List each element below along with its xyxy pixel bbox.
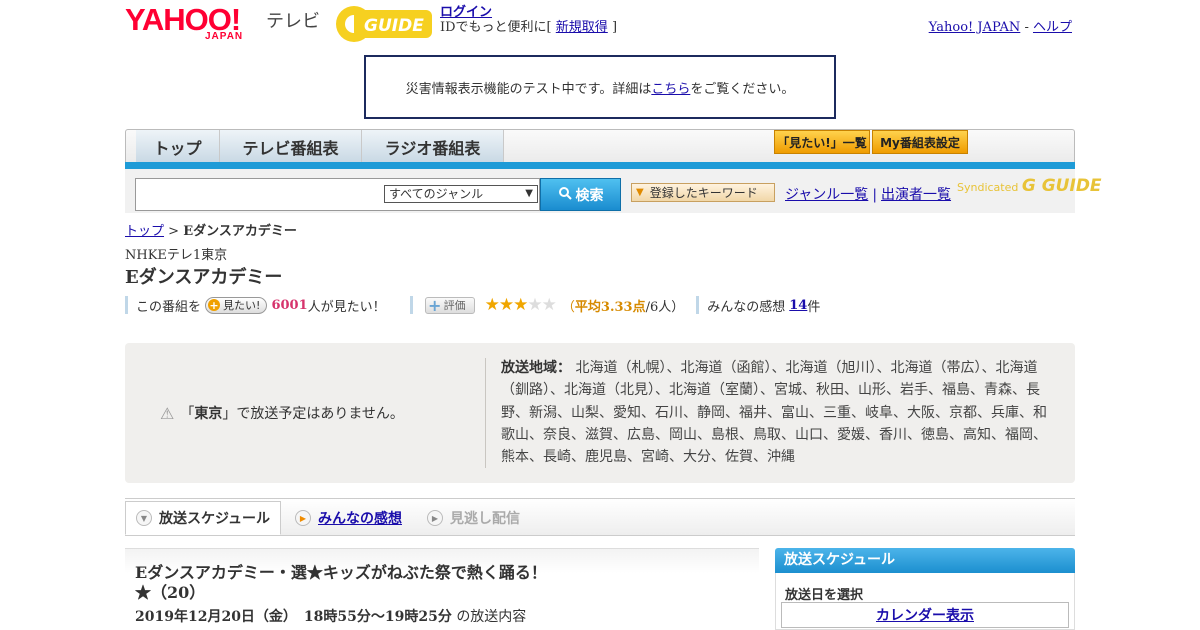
breadcrumb-sep: > xyxy=(168,224,180,239)
syndicated-logo: G GUIDE xyxy=(1021,176,1102,196)
no-broadcast-open: 「 xyxy=(180,406,195,422)
link-separator: | xyxy=(872,187,878,203)
want-count: 6001 xyxy=(271,297,308,313)
episode-date: 2019年12月20日（金） 18時55分～19時25分 の放送内容 xyxy=(135,606,526,626)
tab-impressions[interactable]: ▶ みんなの感想 xyxy=(295,501,402,535)
id-prefix: IDでもっと便利に[ xyxy=(440,20,552,35)
warning-icon: ⚠ xyxy=(160,403,175,423)
content-tabs: ▼ 放送スケジュール ▶ みんなの感想 ▶ 見逃し配信 xyxy=(125,498,1075,536)
star-icon: ★ xyxy=(541,295,557,315)
divider xyxy=(125,296,128,314)
chevron-down-icon: ▼ xyxy=(136,510,152,526)
star-icon: ★ xyxy=(513,295,528,315)
rate-button-label: 評価 xyxy=(443,299,466,312)
yahoo-japan-logo[interactable]: YAHOO! JAPAN xyxy=(125,4,242,42)
tab-impressions-label[interactable]: みんなの感想 xyxy=(318,508,402,528)
tab-missed[interactable]: ▶ 見逃し配信 xyxy=(427,501,520,535)
areas-label: 放送地域： xyxy=(501,360,571,376)
header-dash: - xyxy=(1024,20,1029,35)
genre-selected: すべてのジャンル xyxy=(389,187,484,201)
want-button-label: 見たい! xyxy=(223,299,261,312)
tv-label: テレビ xyxy=(266,11,320,32)
genre-list-link[interactable]: ジャンル一覧 xyxy=(785,187,868,203)
star-icon: ★ xyxy=(484,295,500,315)
channel-name: NHKEテレ1東京 xyxy=(125,248,228,263)
want-button[interactable]: + 見たい! xyxy=(205,296,268,314)
login-link[interactable]: ログイン xyxy=(440,5,492,20)
select-date-label: 放送日を選択 xyxy=(785,588,864,603)
syndicated-g-guide: Syndicated G GUIDE xyxy=(957,176,1102,196)
program-stats: この番組を + 見たい! 6001 人が見たい！ + 評価 ★★★★★ （平均3… xyxy=(125,294,820,316)
impressions-label: みんなの感想 xyxy=(707,299,786,315)
tab-tv-schedule[interactable]: テレビ番組表 xyxy=(220,130,362,163)
star-icon: ★ xyxy=(498,295,514,315)
program-title: Eダンスアカデミー xyxy=(125,267,283,288)
register-link[interactable]: 新規取得 xyxy=(556,20,608,35)
impressions-count-link[interactable]: 14 xyxy=(789,298,807,313)
notice-text-before: 災害情報表示機能のテスト中です。詳細は xyxy=(405,81,652,97)
play-icon: ▶ xyxy=(295,510,311,526)
login-block: ログイン IDでもっと便利に[ 新規取得 ] xyxy=(440,5,617,35)
tab-schedule[interactable]: ▼ 放送スケジュール xyxy=(125,501,282,535)
rating-stars: ★★★★★ xyxy=(484,295,557,315)
rate-button[interactable]: + 評価 xyxy=(424,295,475,315)
tab-top[interactable]: トップ xyxy=(136,130,220,163)
sidebar-heading: 放送スケジュール xyxy=(775,548,1075,573)
divider xyxy=(409,296,413,314)
genre-links: ジャンル一覧 | 出演者一覧 xyxy=(785,184,951,204)
yahoo-japan-link[interactable]: Yahoo! JAPAN xyxy=(929,20,1021,35)
plus-icon: + xyxy=(208,298,221,312)
tab-schedule-label: 放送スケジュール xyxy=(159,511,271,527)
yahoo-logo-sub: JAPAN xyxy=(205,31,244,42)
header-links: Yahoo! JAPAN - ヘルプ xyxy=(929,16,1072,35)
breadcrumb-top-link[interactable]: トップ xyxy=(125,224,164,239)
calendar-link[interactable]: カレンダー表示 xyxy=(876,605,974,625)
chevron-down-icon: ▼ xyxy=(525,188,533,199)
play-icon: ▶ xyxy=(427,510,443,526)
guide-logo-text: GUIDE xyxy=(364,16,424,36)
genre-select[interactable]: すべてのジャンル ▼ xyxy=(384,185,538,203)
impressions-unit: 件 xyxy=(807,299,821,315)
plus-icon: + xyxy=(427,295,442,315)
breadcrumb-current: Eダンスアカデミー xyxy=(183,224,297,239)
search-button[interactable]: 検索 xyxy=(540,178,621,211)
star-icon: ★ xyxy=(527,295,542,315)
syndicated-label: Syndicated xyxy=(957,181,1019,194)
no-broadcast-message: ⚠ 「東京」で放送予定はありません。 xyxy=(160,403,404,423)
my-schedule-button[interactable]: My番組表設定 xyxy=(872,130,968,154)
panel-divider xyxy=(485,358,486,468)
episode-date-time: 2019年12月20日（金） 18時55分～19時25分 xyxy=(135,609,452,625)
notice-text-after: をご覧ください。 xyxy=(690,81,795,97)
avg-people: /6人） xyxy=(645,299,685,315)
avg-score: 平均3.33点 xyxy=(574,299,646,315)
want-suffix: 人が見たい！ xyxy=(307,299,386,315)
performer-list-link[interactable]: 出演者一覧 xyxy=(881,187,951,203)
tab-missed-label: 見逃し配信 xyxy=(450,511,520,527)
g-guide-logo: GUIDE xyxy=(334,4,432,44)
region-name: 東京 xyxy=(194,406,223,422)
nav-accent-bar xyxy=(125,162,1075,169)
disaster-notice: 災害情報表示機能のテスト中です。詳細は こちら をご覧ください。 xyxy=(364,55,836,119)
broadcast-areas: 放送地域： 北海道（札幌）、北海道（函館）、北海道（旭川）、北海道（帯広）、北海… xyxy=(501,357,1059,468)
search-icon xyxy=(558,186,572,204)
want-list-button[interactable]: 「見たい!」一覧 xyxy=(774,130,870,154)
tab-radio-schedule[interactable]: ラジオ番組表 xyxy=(362,130,504,163)
dropdown-arrow-icon: ▼ xyxy=(636,187,644,198)
areas-text: 北海道（札幌）、北海道（函館）、北海道（旭川）、北海道（帯広）、北海道（釧路）、… xyxy=(501,360,1047,466)
registered-keyword-label: 登録したキーワード xyxy=(649,186,758,200)
help-link[interactable]: ヘルプ xyxy=(1033,20,1072,35)
episode-title: Eダンスアカデミー・選★キッズがねぶた祭で熱く踊る！★（20） xyxy=(135,563,547,602)
notice-link[interactable]: こちら xyxy=(651,78,690,97)
episode-date-suffix: の放送内容 xyxy=(456,609,527,625)
breadcrumb: トップ > Eダンスアカデミー xyxy=(125,220,297,239)
want-prefix: この番組を xyxy=(136,299,202,315)
rating-average: （平均3.33点/6人） xyxy=(562,296,684,315)
search-button-label: 検索 xyxy=(575,187,604,204)
avg-open: （ xyxy=(561,299,575,315)
no-broadcast-close: 」で放送予定はありません。 xyxy=(222,406,404,422)
registered-keyword-button[interactable]: ▼ 登録したキーワード xyxy=(631,183,775,202)
divider xyxy=(696,296,700,314)
calendar-button[interactable]: カレンダー表示 xyxy=(781,602,1069,628)
id-suffix: ] xyxy=(611,20,618,35)
